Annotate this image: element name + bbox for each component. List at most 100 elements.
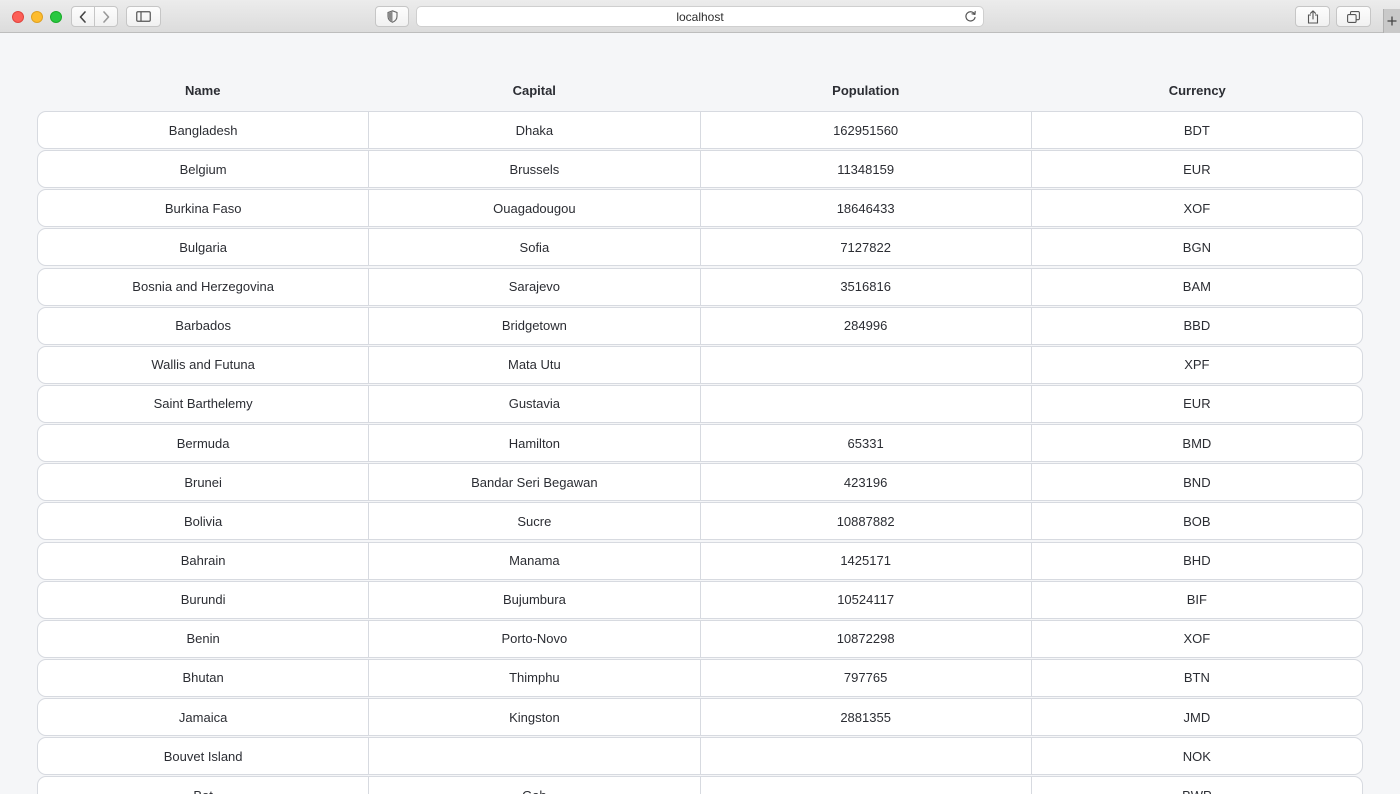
sidebar-toggle-button[interactable] <box>126 6 161 27</box>
name-cell: Bulgaria <box>179 239 227 255</box>
name-cell: Brunei <box>184 474 222 490</box>
capital-cell <box>368 738 699 775</box>
table-row: Benin Porto-Novo 10872298 XOF <box>37 619 1363 658</box>
population-cell: 2881355 <box>699 699 1031 736</box>
currency-cell: BOB <box>1030 503 1362 540</box>
capital-cell: Porto-Novo <box>368 620 699 657</box>
new-tab-button[interactable] <box>1383 9 1400 33</box>
chevron-left-icon <box>79 10 86 23</box>
currency-cell: BHD <box>1030 542 1362 579</box>
table-row: Bangladesh Dhaka 162951560 BDT <box>37 111 1363 149</box>
currency-cell: XOF <box>1030 190 1362 227</box>
capital-cell: Bujumbura <box>368 581 699 618</box>
capital-cell: Sofia <box>368 229 699 266</box>
population-cell: 10872298 <box>699 620 1031 657</box>
navigation-buttons <box>71 6 118 27</box>
tabs-overview-icon <box>1347 10 1360 23</box>
population-cell: 7127822 <box>699 229 1031 266</box>
address-text: localhost <box>676 9 724 24</box>
reload-icon <box>965 10 976 22</box>
column-header-currency: Currency <box>1168 83 1226 98</box>
capital-cell: Gab <box>368 777 699 794</box>
name-cell: Bhutan <box>182 670 224 686</box>
name-cell: Bosnia and Herzegovina <box>132 279 274 295</box>
currency-cell: BND <box>1030 464 1362 501</box>
currency-cell: XOF <box>1030 620 1362 657</box>
privacy-report-button[interactable] <box>375 6 409 27</box>
show-tabs-button[interactable] <box>1336 6 1371 27</box>
table-row: Wallis and Futuna Mata Utu XPF <box>37 345 1363 384</box>
page-content: Name Capital Population Currency Banglad… <box>0 34 1400 794</box>
name-cell: Bermuda <box>176 435 230 451</box>
name-cell: Bangladesh <box>168 122 238 138</box>
population-cell <box>699 777 1031 794</box>
capital-cell: Bridgetown <box>368 307 699 344</box>
capital-cell: Mata Utu <box>368 346 699 383</box>
back-button[interactable] <box>72 7 94 26</box>
plus-icon <box>1387 16 1397 26</box>
currency-cell: NOK <box>1030 738 1362 775</box>
shield-icon <box>386 10 398 23</box>
population-cell: 284996 <box>699 307 1031 344</box>
name-cell: Bouvet Island <box>163 748 243 764</box>
name-cell: Wallis and Futuna <box>151 357 255 373</box>
population-cell: 1425171 <box>699 542 1031 579</box>
population-cell <box>699 738 1031 775</box>
table-row: Barbados Bridgetown 284996 BBD <box>37 306 1363 345</box>
table-body: Bangladesh Dhaka 162951560 BDT Belgium Brusse… <box>37 111 1363 794</box>
population-cell: 797765 <box>699 659 1031 696</box>
column-header-name: Name <box>185 83 221 98</box>
table-row: BotGab BWP <box>37 776 1363 794</box>
population-cell: 18646433 <box>699 190 1031 227</box>
currency-cell: BTN <box>1030 659 1362 696</box>
table-row: Brunei Bandar Seri Begawan 423196 BND <box>37 463 1363 502</box>
currency-cell: XPF <box>1030 346 1362 383</box>
currency-cell: BAM <box>1030 268 1362 305</box>
address-bar[interactable]: localhost <box>416 6 984 27</box>
table-row: Saint Barthelemy Gustavia EUR <box>37 384 1363 423</box>
table-row: Burkina Faso Ouagadougou 18646433 XOF <box>37 189 1363 228</box>
currency-cell: BWP <box>1030 777 1362 794</box>
name-cell: Jamaica <box>178 709 228 725</box>
minimize-window-button[interactable] <box>31 11 43 23</box>
chevron-right-icon <box>103 10 110 23</box>
name-cell: Barbados <box>175 318 231 334</box>
forward-button[interactable] <box>94 7 117 26</box>
column-header-population: Population <box>832 83 900 98</box>
capital-cell: Gustavia <box>368 385 699 422</box>
capital-cell: Sucre <box>368 503 699 540</box>
share-button[interactable] <box>1295 6 1330 27</box>
name-cell: Burkina Faso <box>164 200 242 216</box>
table-row: Bolivia Sucre 10887882 BOB <box>37 502 1363 541</box>
name-cell: Saint Barthelemy <box>153 396 253 412</box>
table-row: Bulgaria Sofia 7127822 BGN <box>37 228 1363 267</box>
fullscreen-window-button[interactable] <box>50 11 62 23</box>
sidebar-icon <box>136 11 151 22</box>
close-window-button[interactable] <box>12 11 24 23</box>
name-cell: Bahrain <box>180 553 226 569</box>
name-cell: Bolivia <box>183 513 223 529</box>
reload-button[interactable] <box>964 10 977 26</box>
population-cell: 65331 <box>699 425 1031 462</box>
column-header-capital: Capital <box>512 83 556 98</box>
table-row: Bouvet Island NOK <box>37 737 1363 776</box>
table-row: Bosnia and Herzegovina Sarajevo 3516816 BAM <box>37 267 1363 306</box>
currency-cell: EUR <box>1030 385 1362 422</box>
table-row: Belgium Brussels 11348159 EUR <box>37 150 1363 189</box>
capital-cell: Bandar Seri Begawan <box>368 464 699 501</box>
name-cell: Belgium <box>179 161 227 177</box>
capital-cell: Dhaka <box>368 112 699 148</box>
population-cell: 3516816 <box>699 268 1031 305</box>
currency-cell: BIF <box>1030 581 1362 618</box>
name-cell: Benin <box>186 631 220 647</box>
table-row: Jamaica Kingston 2881355 JMD <box>37 698 1363 737</box>
population-cell: 10524117 <box>699 581 1031 618</box>
table-row: Bhutan Thimphu 797765 BTN <box>37 658 1363 697</box>
table-row: Burundi Bujumbura 10524117 BIF <box>37 580 1363 619</box>
capital-cell: Brussels <box>368 151 699 188</box>
currency-cell: JMD <box>1030 699 1362 736</box>
share-icon <box>1307 9 1318 24</box>
population-cell: 423196 <box>699 464 1031 501</box>
name-cell: Burundi <box>180 592 226 608</box>
capital-cell: Sarajevo <box>368 268 699 305</box>
